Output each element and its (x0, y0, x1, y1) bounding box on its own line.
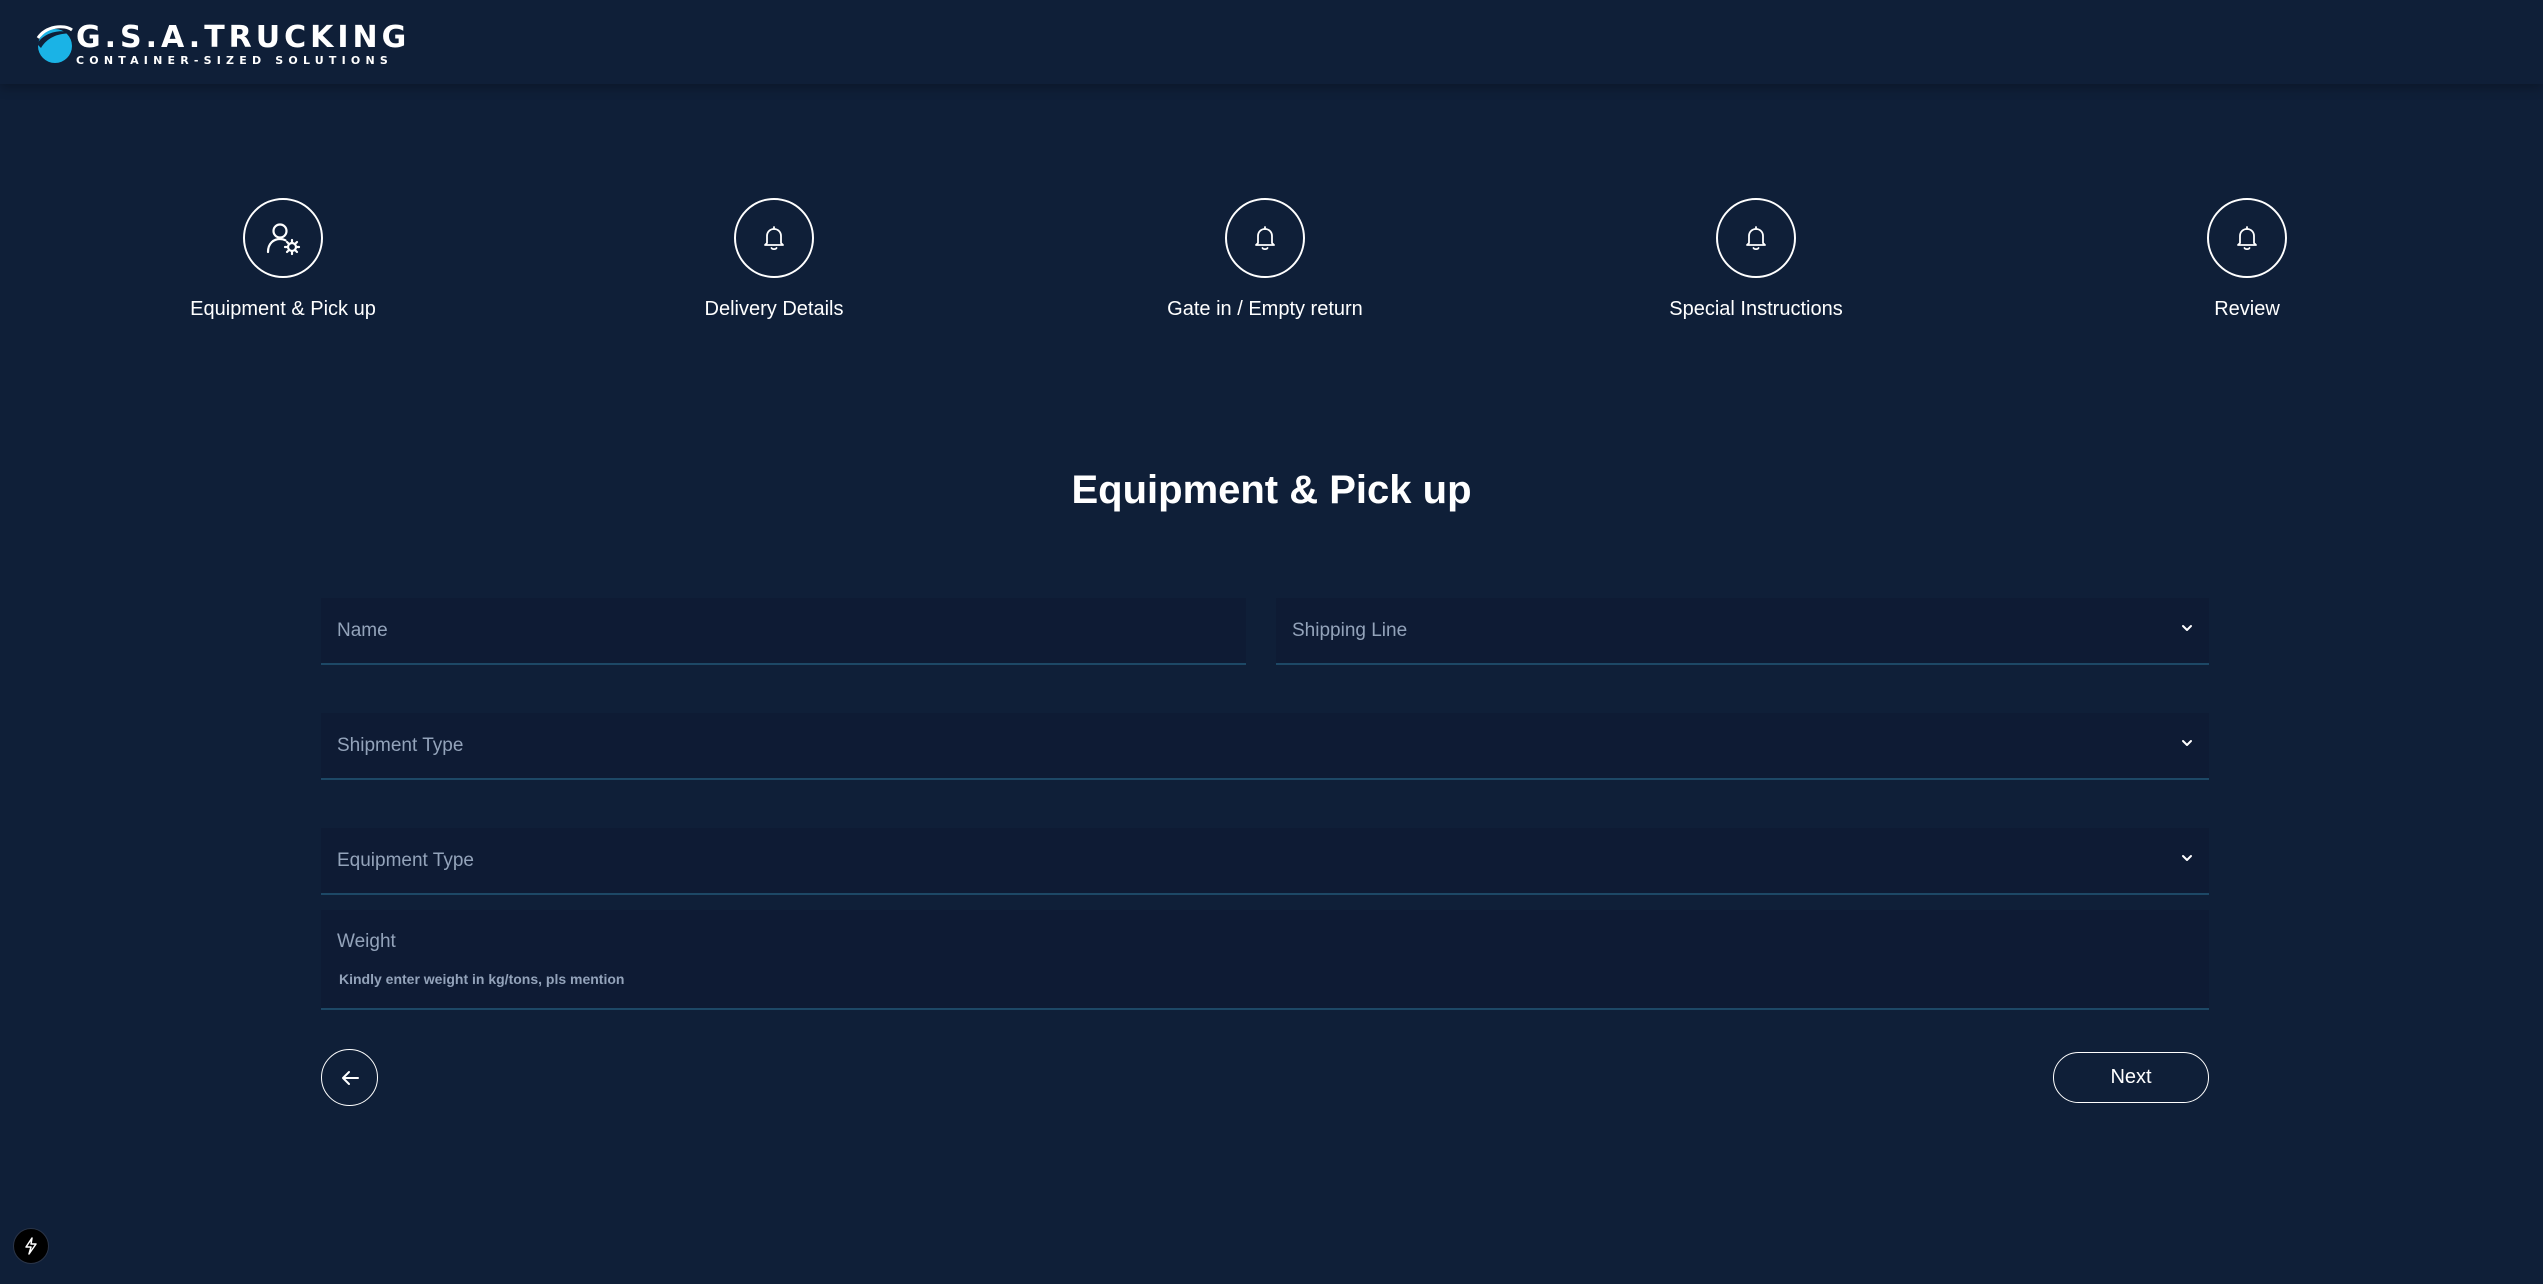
shipping-line-select[interactable]: Shipping Line (1276, 598, 2209, 665)
page-title: Equipment & Pick up (1071, 468, 1472, 512)
user-gear-icon (266, 223, 301, 256)
weight-helper-text: Kindly enter weight in kg/tons, pls ment… (339, 971, 625, 987)
shipping-line-placeholder: Shipping Line (1292, 620, 1408, 641)
chevron-down-icon (2182, 625, 2192, 631)
back-button[interactable] (321, 1049, 378, 1106)
bell-icon (2237, 226, 2257, 251)
shipment-type-select[interactable]: Shipment Type (321, 713, 2209, 780)
brand-title: G.S.A.TRUCKING (76, 19, 411, 55)
step-label: Delivery Details (704, 298, 844, 320)
step-label: Review (2214, 298, 2280, 320)
next-button[interactable]: Next (2053, 1052, 2209, 1103)
step-special-instructions[interactable]: Special Instructions (1596, 198, 1916, 321)
equipment-type-placeholder: Equipment Type (337, 850, 474, 871)
step-circle[interactable] (243, 198, 323, 278)
weight-field[interactable]: Weight Kindly enter weight in kg/tons, p… (321, 910, 2209, 1010)
step-circle[interactable] (734, 198, 814, 278)
step-gate-in-empty-return[interactable]: Gate in / Empty return (1105, 198, 1425, 321)
equipment-type-select[interactable]: Equipment Type (321, 828, 2209, 895)
step-delivery-details[interactable]: Delivery Details (614, 198, 934, 321)
step-review[interactable]: Review (2087, 198, 2407, 321)
step-equipment-pickup[interactable]: Equipment & Pick up (123, 198, 443, 321)
brand-subtitle: CONTAINER-SIZED SOLUTIONS (76, 53, 394, 67)
logo-mark-icon (36, 22, 74, 66)
name-field[interactable]: Name (321, 598, 1246, 665)
weight-placeholder: Weight (337, 931, 396, 952)
name-placeholder: Name (337, 620, 388, 641)
progress-stepper: Equipment & Pick up Delivery Details Gat… (0, 198, 2543, 328)
step-circle[interactable] (1225, 198, 1305, 278)
step-label: Gate in / Empty return (1167, 298, 1363, 320)
brand-logo[interactable]: G.S.A.TRUCKING CONTAINER-SIZED SOLUTIONS (36, 22, 410, 66)
step-label: Special Instructions (1669, 298, 1843, 320)
lightning-icon (25, 1237, 37, 1255)
chevron-down-icon (2182, 855, 2192, 861)
step-circle[interactable] (1716, 198, 1796, 278)
chevron-down-icon (2182, 740, 2192, 746)
bell-icon (764, 226, 784, 251)
step-label: Equipment & Pick up (190, 298, 376, 320)
shipment-type-placeholder: Shipment Type (337, 735, 464, 756)
bell-icon (1746, 226, 1766, 251)
arrow-left-icon (341, 1070, 359, 1085)
dev-tools-badge[interactable] (13, 1228, 49, 1264)
top-header: G.S.A.TRUCKING CONTAINER-SIZED SOLUTIONS (0, 0, 2543, 84)
step-circle[interactable] (2207, 198, 2287, 278)
bell-icon (1255, 226, 1275, 251)
